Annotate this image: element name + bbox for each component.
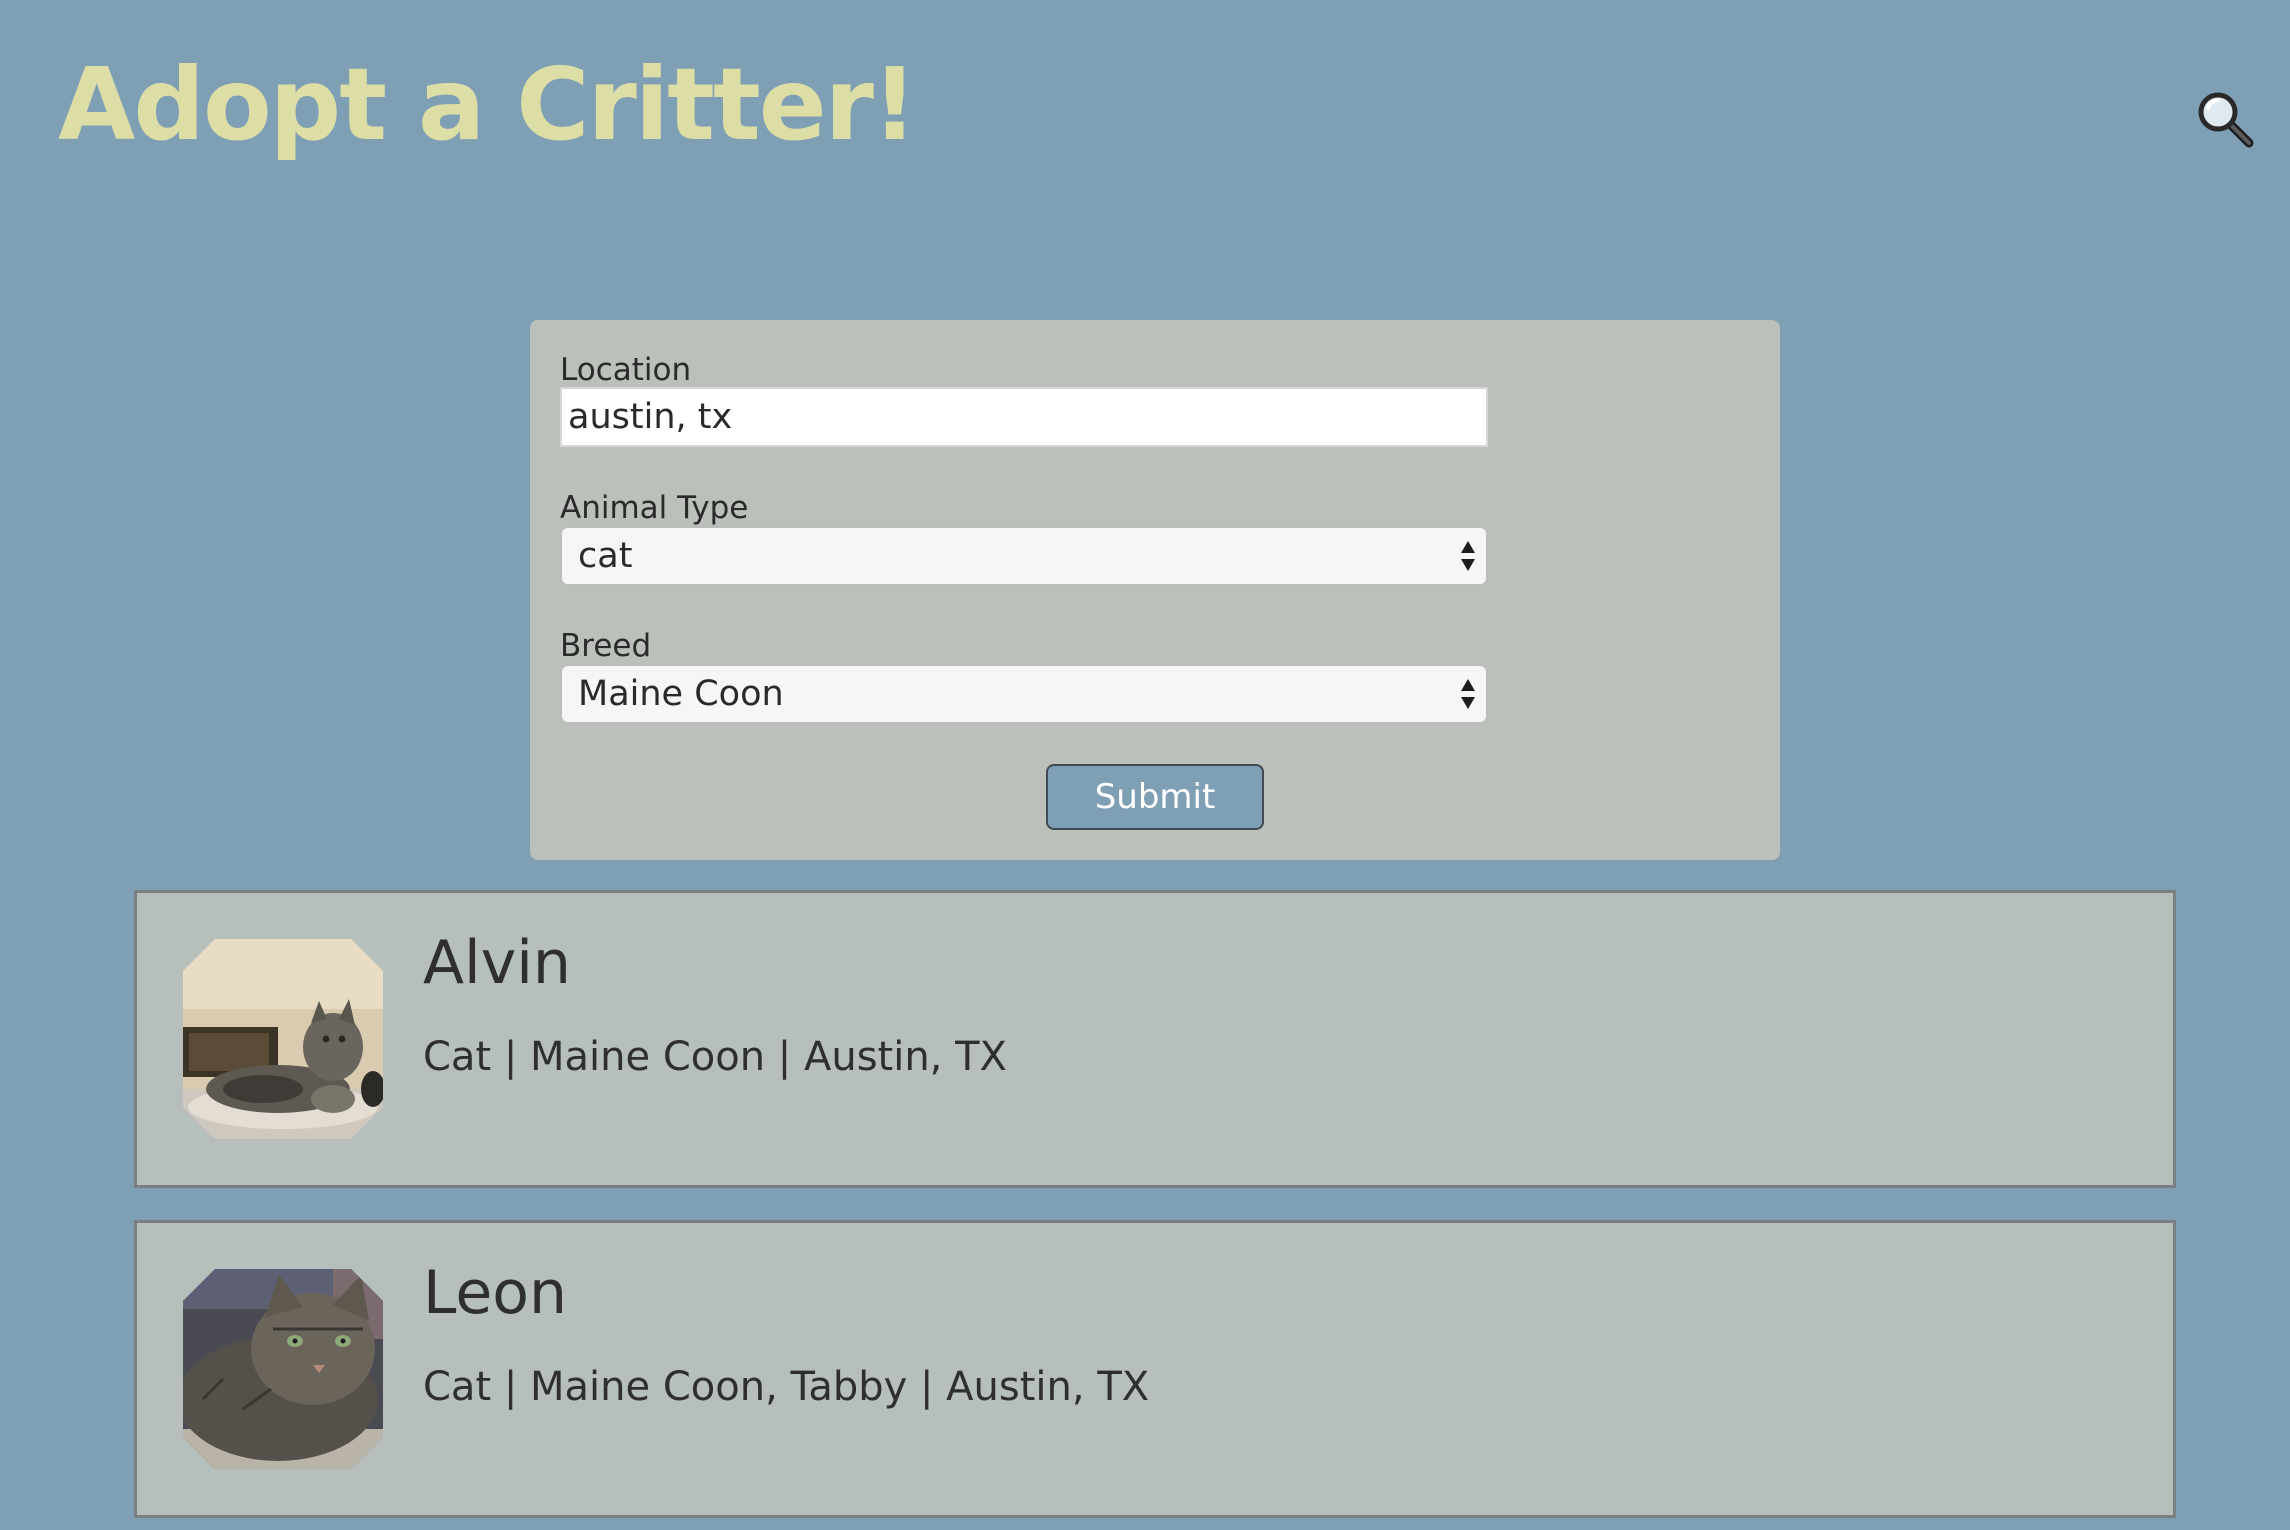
animal-type-label: Animal Type — [560, 490, 749, 526]
location-label: Location — [560, 352, 692, 388]
animal-type-select[interactable]: cat — [560, 526, 1488, 586]
breed-label: Breed — [560, 628, 652, 664]
animal-type-selected-value: cat — [578, 536, 633, 576]
app-title: Adopt a Critter! — [58, 46, 918, 163]
pet-card[interactable]: Leon Cat | Maine Coon, Tabby | Austin, T… — [134, 1220, 2176, 1518]
pet-details: Cat | Maine Coon, Tabby | Austin, TX — [423, 1364, 1150, 1410]
select-arrows-icon — [1461, 541, 1475, 571]
pet-name: Alvin — [423, 928, 571, 998]
search-form: Location Animal Type cat Breed Maine Coo… — [530, 320, 1780, 860]
submit-button[interactable]: Submit — [1046, 764, 1264, 830]
pet-card[interactable]: Alvin Cat | Maine Coon | Austin, TX — [134, 890, 2176, 1188]
pet-photo — [183, 939, 383, 1139]
pet-photo — [183, 1269, 383, 1469]
location-input[interactable] — [560, 387, 1488, 447]
breed-selected-value: Maine Coon — [578, 674, 784, 714]
breed-select[interactable]: Maine Coon — [560, 664, 1488, 724]
page: Adopt a Critter! Location Animal Type ca… — [0, 0, 2290, 1530]
pet-name: Leon — [423, 1258, 568, 1328]
select-arrows-icon — [1461, 679, 1475, 709]
pet-details: Cat | Maine Coon | Austin, TX — [423, 1034, 1007, 1080]
magnifying-glass-icon[interactable] — [2196, 90, 2254, 148]
